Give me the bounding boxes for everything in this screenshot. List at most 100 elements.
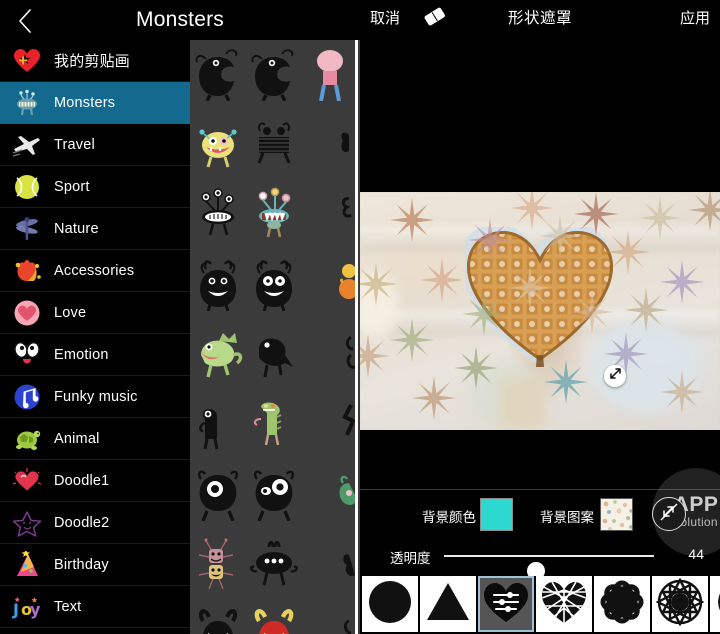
clipart-browser-pane: Monsters 我的剪贴画 Monsters Travel Sport Nat… bbox=[0, 0, 360, 634]
shape-mask-rosette-circle-mask[interactable] bbox=[594, 576, 650, 632]
shape-mask-lace-ornate-mask[interactable] bbox=[710, 576, 720, 632]
shape-mask-heart-sliders-mask[interactable] bbox=[478, 576, 534, 632]
shape-mask-circle-mask[interactable] bbox=[362, 576, 418, 632]
monster-black-blob-icon bbox=[249, 535, 299, 596]
sidebar-item-doodle1[interactable]: Doodle1 bbox=[0, 460, 190, 502]
monster-green-dino-icon bbox=[193, 325, 243, 386]
category-sidebar[interactable]: 我的剪贴画 Monsters Travel Sport Nature Acces… bbox=[0, 40, 190, 634]
sticker-item[interactable] bbox=[246, 390, 302, 460]
slider-value: 44 bbox=[688, 546, 704, 562]
sticker-item[interactable] bbox=[302, 390, 358, 460]
sticker-item[interactable] bbox=[246, 40, 302, 110]
sticker-item[interactable] bbox=[246, 250, 302, 320]
photo-canvas[interactable] bbox=[360, 192, 720, 430]
music-note-icon bbox=[8, 380, 46, 414]
monster-black-horns-2-icon bbox=[249, 255, 299, 316]
party-hat-icon bbox=[8, 548, 46, 582]
monster-orange-partial-icon bbox=[305, 255, 358, 316]
monster-black-side-icon bbox=[305, 605, 355, 634]
sticker-item[interactable] bbox=[190, 110, 246, 180]
shape-mask-strip[interactable] bbox=[360, 576, 720, 634]
sticker-item[interactable] bbox=[302, 40, 358, 110]
circle-mask-icon bbox=[366, 578, 414, 631]
sidebar-item-label: Monsters bbox=[54, 94, 116, 111]
sidebar-item-label: Birthday bbox=[54, 556, 109, 573]
sidebar-item-text[interactable]: J o y Text bbox=[0, 586, 190, 628]
sticker-item[interactable] bbox=[302, 110, 358, 180]
sidebar-item-travel[interactable]: Travel bbox=[0, 124, 190, 166]
resize-handle[interactable] bbox=[604, 365, 626, 387]
left-body: 我的剪贴画 Monsters Travel Sport Nature Acces… bbox=[0, 40, 360, 634]
monster-black-teeth-box-icon bbox=[249, 115, 299, 176]
sidebar-item-sport[interactable]: Sport bbox=[0, 166, 190, 208]
sticker-item[interactable] bbox=[302, 180, 358, 250]
monster-icon bbox=[8, 86, 46, 120]
sidebar-item-我的剪贴画[interactable]: 我的剪贴画 bbox=[0, 40, 190, 82]
sticker-panel[interactable] bbox=[190, 40, 360, 634]
monster-green-lizard-icon bbox=[249, 395, 299, 456]
editor-header: 取消 形状遮罩 应用 bbox=[360, 0, 720, 34]
sidebar-item-label: Accessories bbox=[54, 262, 135, 279]
sticker-item[interactable] bbox=[246, 320, 302, 390]
sticker-item[interactable] bbox=[190, 530, 246, 600]
monster-black-eyestalks-icon bbox=[193, 185, 243, 246]
sticker-item[interactable] bbox=[302, 320, 358, 390]
shape-mask-triangle-mask[interactable] bbox=[420, 576, 476, 632]
sidebar-item-doodle2[interactable]: Doodle2 bbox=[0, 502, 190, 544]
sticker-item[interactable] bbox=[302, 250, 358, 320]
sidebar-item-accessories[interactable]: Accessories bbox=[0, 250, 190, 292]
apply-button[interactable]: 应用 bbox=[680, 7, 710, 28]
doodle-heart-icon bbox=[8, 464, 46, 498]
sticker-item[interactable] bbox=[190, 390, 246, 460]
sidebar-item-birthday[interactable]: Birthday bbox=[0, 544, 190, 586]
sidebar-item-love[interactable]: Love bbox=[0, 292, 190, 334]
monster-black-partial-icon bbox=[305, 115, 355, 176]
dragonfly-icon bbox=[8, 212, 46, 246]
sticker-item[interactable] bbox=[190, 600, 246, 634]
sticker-item[interactable] bbox=[246, 110, 302, 180]
joy-text-icon: J o y bbox=[8, 590, 46, 624]
monster-pink-bug-icon bbox=[193, 535, 243, 596]
sticker-item[interactable] bbox=[246, 530, 302, 600]
sticker-item[interactable] bbox=[190, 40, 246, 110]
shape-mask-star-burst-mask[interactable] bbox=[652, 576, 708, 632]
transparency-slider-row[interactable]: 透明度 44 bbox=[360, 540, 720, 580]
sticker-item[interactable] bbox=[190, 460, 246, 530]
sticker-item[interactable] bbox=[302, 600, 358, 634]
star-burst-mask-icon bbox=[655, 576, 705, 631]
sticker-item[interactable] bbox=[302, 460, 358, 530]
sticker-item[interactable] bbox=[246, 600, 302, 634]
sidebar-item-animal[interactable]: Animal bbox=[0, 418, 190, 460]
turtle-icon bbox=[8, 422, 46, 456]
pattern-thumbnail-icon bbox=[601, 499, 632, 530]
sidebar-item-nature[interactable]: Nature bbox=[0, 208, 190, 250]
monster-black-bull-icon bbox=[193, 605, 243, 634]
monster-teal-eyestalks-icon bbox=[249, 185, 299, 246]
aspect-toggle-button[interactable] bbox=[652, 497, 686, 531]
divider bbox=[360, 489, 720, 490]
sidebar-item-label: Travel bbox=[54, 136, 95, 153]
sidebar-item-funky-music[interactable]: Funky music bbox=[0, 376, 190, 418]
sticker-item[interactable] bbox=[246, 180, 302, 250]
transparency-label: 透明度 bbox=[390, 551, 431, 566]
sticker-item[interactable] bbox=[246, 460, 302, 530]
sidebar-item-label: Doodle2 bbox=[54, 514, 110, 531]
sidebar-item-monsters[interactable]: Monsters bbox=[0, 82, 190, 124]
bg-pattern-thumbnail[interactable] bbox=[600, 498, 633, 531]
sticker-item[interactable] bbox=[302, 530, 358, 600]
sticker-grid[interactable] bbox=[190, 40, 360, 634]
monster-yellow-smile-icon bbox=[193, 115, 243, 176]
bg-color-swatch[interactable] bbox=[480, 498, 513, 531]
monster-black-spike-icon bbox=[305, 395, 356, 456]
monster-pink-legs-icon bbox=[305, 45, 355, 106]
sticker-item[interactable] bbox=[190, 250, 246, 320]
page-title: Monsters bbox=[136, 8, 224, 31]
slider-track[interactable] bbox=[444, 555, 654, 580]
shape-mask-heart-facet-mask[interactable] bbox=[536, 576, 592, 632]
sticker-item[interactable] bbox=[190, 320, 246, 390]
pink-heart-icon bbox=[8, 296, 46, 330]
bg-color-label: 背景颜色 bbox=[422, 510, 476, 525]
svg-text:J: J bbox=[12, 600, 19, 619]
sticker-item[interactable] bbox=[190, 180, 246, 250]
sidebar-item-emotion[interactable]: Emotion bbox=[0, 334, 190, 376]
